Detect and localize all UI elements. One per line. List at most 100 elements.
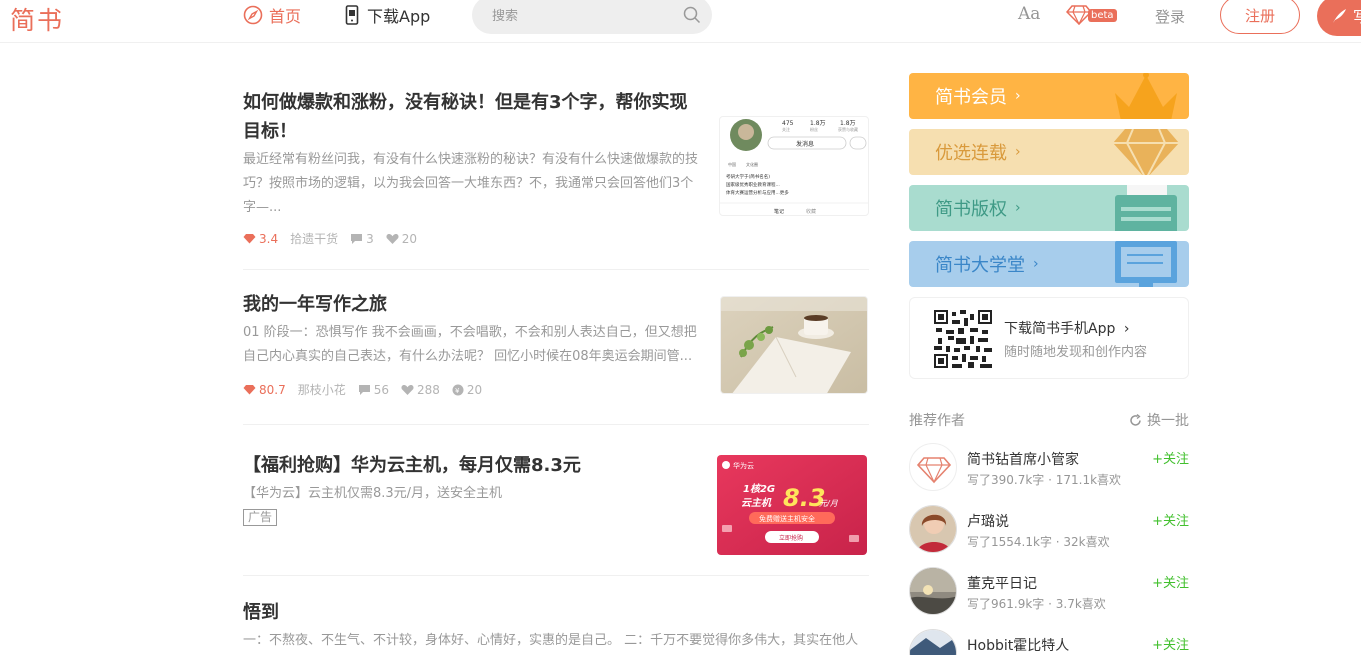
ad-image[interactable]: 华为云 1核2G 云主机 8.3 元/月 免费赠送主机安全 立即抢购	[717, 455, 867, 555]
nav-download-app-link[interactable]: 下载App	[345, 3, 430, 27]
comment-icon	[358, 384, 370, 395]
chevron-right-icon: ›	[1015, 200, 1021, 216]
nav-app-label: 下载App	[367, 7, 431, 26]
diamond-score: 3.4	[243, 232, 278, 246]
chevron-right-icon: ›	[1015, 144, 1021, 160]
banner-membership[interactable]: 简书会员 ›	[909, 73, 1189, 119]
diamond-icon	[243, 385, 256, 395]
like-count: 20	[386, 232, 417, 246]
svg-text:考研大学于(简书名名): 考研大学于(简书名名)	[726, 173, 770, 180]
svg-text:元/月: 元/月	[819, 499, 839, 508]
coffee-book-photo	[721, 297, 867, 393]
chevron-right-icon: ›	[1033, 256, 1039, 272]
avatar[interactable]	[909, 629, 957, 655]
svg-text:免费赠送主机安全: 免费赠送主机安全	[759, 514, 815, 523]
author-item: 董克平日记 写了961.9k字 · 3.7k喜欢 +关注	[909, 567, 1189, 617]
download-app-card[interactable]: 下载简书手机App › 随时随地发现和创作内容	[909, 297, 1189, 379]
typewriter-icon	[1115, 185, 1177, 231]
chevron-right-icon: ›	[1123, 321, 1130, 337]
svg-text:文化圈: 文化圈	[746, 161, 758, 167]
banner-label: 优选连载	[935, 143, 1007, 164]
banner-copyright[interactable]: 简书版权 ›	[909, 185, 1189, 231]
recommended-authors-title: 推荐作者	[909, 413, 965, 429]
ad-title[interactable]: 【福利抢购】华为云主机，每月仅需8.3元	[243, 451, 699, 480]
top-navbar: 简书 首页 下载App Aa beta 登录 注册	[0, 0, 1361, 43]
article-title[interactable]: 我的一年写作之旅	[243, 290, 699, 319]
avatar[interactable]	[909, 505, 957, 553]
banner-college[interactable]: 简书大学堂 ›	[909, 241, 1189, 287]
monitor-icon	[1115, 241, 1177, 287]
banner-label: 简书会员	[935, 87, 1007, 108]
comment-count[interactable]: 3	[350, 232, 374, 246]
font-size-toggle[interactable]: Aa	[1018, 4, 1040, 24]
download-app-title-text: 下载简书手机App	[1004, 321, 1116, 337]
sunset-avatar-image	[910, 568, 956, 614]
qr-code-icon	[934, 310, 992, 368]
svg-text:收藏: 收藏	[806, 208, 816, 215]
write-article-button[interactable]: 写文章	[1317, 0, 1361, 36]
chevron-right-icon: ›	[1015, 88, 1021, 104]
svg-text:华为云: 华为云	[733, 461, 754, 470]
author-name[interactable]: Hobbit霍比特人	[967, 635, 1069, 655]
portrait-avatar-image	[910, 506, 956, 552]
author-stats: 写了1554.1k字 · 32k喜欢	[967, 535, 1110, 549]
article-abstract: 一：不熬夜、不生气、不计较，身体好、心情好，实惠的是自己。 二：千万不要觉得你多…	[243, 633, 859, 648]
comment-value: 3	[366, 231, 374, 246]
follow-button[interactable]: +关注	[1152, 572, 1189, 591]
jianshu-logo[interactable]: 简书	[10, 1, 64, 37]
article-title[interactable]: 如何做爆款和涨粉，没有秘诀！但是有3个字，帮你实现目标！	[243, 88, 699, 146]
profile-screenshot-image: 475 关注 1.8万 粉丝 1.8万 获赞与收藏 发消息 中国 文化圈 考研大…	[720, 119, 868, 215]
follow-button[interactable]: +关注	[1152, 510, 1189, 529]
svg-text:1核2G: 1核2G	[743, 483, 775, 495]
svg-text:云主机: 云主机	[741, 497, 772, 509]
author-item: 简书钻首席小管家 写了390.7k字 · 171.1k喜欢 +关注	[909, 443, 1189, 493]
search-icon[interactable]	[683, 6, 701, 24]
avatar[interactable]	[909, 443, 957, 491]
refresh-authors-button[interactable]: 换一批	[1129, 410, 1189, 430]
comment-count[interactable]: 56	[358, 383, 389, 397]
diamond-beta-link[interactable]: beta	[1066, 5, 1117, 25]
reward-count: ¥ 20	[452, 383, 482, 397]
follow-button[interactable]: +关注	[1152, 448, 1189, 467]
author-link[interactable]: 那枝小花	[298, 381, 346, 398]
svg-text:¥: ¥	[455, 387, 460, 395]
like-value: 288	[417, 382, 440, 397]
article-meta: 3.4 拾遗干货 3 20	[243, 230, 429, 247]
article-feed: 如何做爆款和涨粉，没有秘诀！但是有3个字，帮你实现目标！ 最近经常有粉丝问我，有…	[243, 72, 869, 655]
refresh-icon	[1130, 413, 1141, 426]
avatar[interactable]	[909, 567, 957, 615]
signup-button[interactable]: 注册	[1220, 0, 1300, 34]
svg-text:关注: 关注	[782, 126, 790, 132]
search-input[interactable]	[492, 6, 672, 26]
article-abstract: 最近经常有粉丝问我，有没有什么快速涨粉的秘诀？有没有什么快速做爆款的技巧？按照市…	[243, 152, 699, 215]
nav-home-link[interactable]: 首页	[243, 3, 301, 27]
quill-icon	[1333, 9, 1346, 23]
svg-text:体育大赛运营分析与应用...更多: 体育大赛运营分析与应用...更多	[726, 189, 789, 196]
svg-text:笔记: 笔记	[774, 208, 784, 215]
author-stats: 写了390.7k字 · 171.1k喜欢	[967, 473, 1122, 487]
ad-abstract: 【华为云】云主机仅需8.3元/月，送安全主机	[243, 486, 503, 501]
download-app-title: 下载简书手机App ›	[1004, 318, 1129, 338]
landscape-avatar-image	[910, 630, 956, 655]
author-name[interactable]: 董克平日记	[967, 573, 1037, 593]
author-link[interactable]: 拾遗干货	[290, 230, 338, 247]
author-item: Hobbit霍比特人 +关注	[909, 629, 1189, 655]
article-thumbnail[interactable]	[720, 296, 868, 394]
article-meta: 80.7 那枝小花 56 288 ¥ 20	[243, 381, 494, 398]
crown-icon	[1115, 73, 1177, 119]
like-value: 20	[401, 231, 418, 246]
comment-value: 56	[373, 382, 390, 397]
login-link[interactable]: 登录	[1155, 6, 1185, 27]
svg-text:发消息: 发消息	[796, 140, 814, 148]
article-title[interactable]: 悟到	[243, 598, 699, 627]
svg-text:粉丝: 粉丝	[810, 126, 818, 132]
write-label: 写文章	[1353, 7, 1361, 26]
author-name[interactable]: 卢璐说	[967, 511, 1009, 531]
nav-home-label: 首页	[269, 7, 302, 26]
author-name[interactable]: 简书钻首席小管家	[967, 449, 1079, 469]
article-thumbnail[interactable]: 475 关注 1.8万 粉丝 1.8万 获赞与收藏 发消息 中国 文化圈 考研大…	[719, 116, 869, 216]
banner-serials[interactable]: 优选连载 ›	[909, 129, 1189, 175]
recommended-authors-header: 推荐作者 换一批	[909, 410, 1189, 430]
follow-button[interactable]: +关注	[1152, 634, 1189, 653]
comment-icon	[351, 233, 363, 244]
